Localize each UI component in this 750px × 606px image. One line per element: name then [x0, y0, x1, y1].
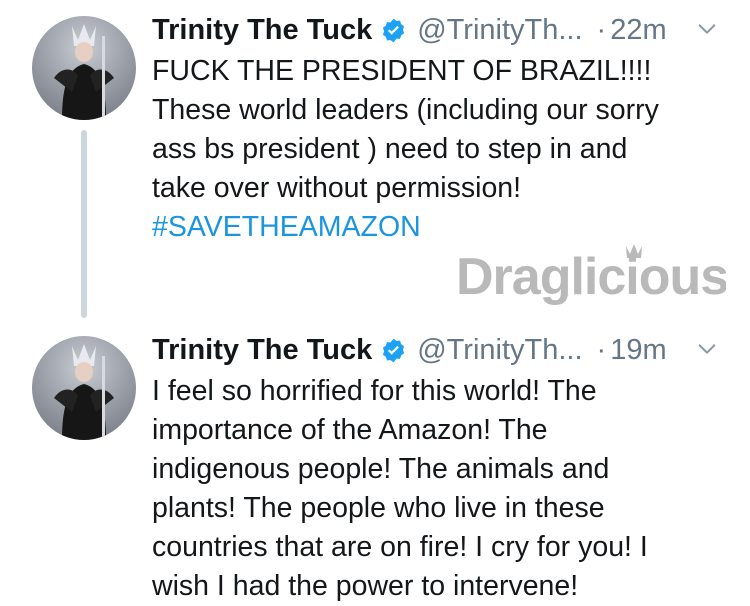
tweet-header: Trinity The Tuck @TrinityTh... · 19m — [152, 330, 667, 370]
handle[interactable]: @TrinityTh... — [417, 14, 582, 47]
tweet-line: FUCK THE PRESIDENT OF BRAZIL!!!! — [152, 55, 652, 87]
tweet-header: Trinity The Tuck @TrinityTh... · 22m — [152, 10, 667, 50]
chevron-down-icon[interactable] — [696, 338, 718, 360]
tweet-line: indigenous people! The animals and — [152, 453, 610, 485]
display-name[interactable]: Trinity The Tuck — [152, 334, 372, 367]
thread-connector — [81, 130, 87, 318]
separator-dot: · — [596, 333, 607, 366]
display-name[interactable]: Trinity The Tuck — [152, 14, 372, 47]
tweet-line: ass bs president ) need to step in and — [152, 133, 628, 165]
tweet-text: FUCK THE PRESIDENT OF BRAZIL!!!! These w… — [152, 52, 732, 247]
verified-badge-icon — [383, 338, 405, 362]
avatar[interactable] — [32, 16, 136, 120]
tweet-line: These world leaders (including our sorry — [152, 94, 659, 126]
tweet-line: plants! The people who live in these — [152, 492, 605, 524]
handle[interactable]: @TrinityTh... — [417, 334, 582, 367]
timestamp[interactable]: 19m — [610, 334, 666, 367]
avatar-image — [54, 344, 114, 440]
timestamp[interactable]: 22m — [610, 14, 666, 47]
tweet-line: I feel so horrified for this world! The — [152, 375, 597, 407]
tweet-text: I feel so horrified for this world! The … — [152, 372, 732, 606]
chevron-down-icon[interactable] — [696, 18, 718, 40]
tweet-line: importance of the Amazon! The — [152, 414, 548, 446]
watermark-logo: Draglicious — [456, 244, 726, 306]
verified-badge-icon — [383, 18, 405, 42]
watermark-text: Draglicious — [456, 248, 726, 306]
separator-dot: · — [596, 13, 607, 46]
tweet-line: wish I had the power to intervene! — [152, 570, 579, 602]
tweet-line: countries that are on fire! I cry for yo… — [152, 531, 648, 563]
tweet-line: take over without permission! — [152, 172, 522, 204]
avatar-image — [54, 24, 114, 120]
avatar[interactable] — [32, 336, 136, 440]
